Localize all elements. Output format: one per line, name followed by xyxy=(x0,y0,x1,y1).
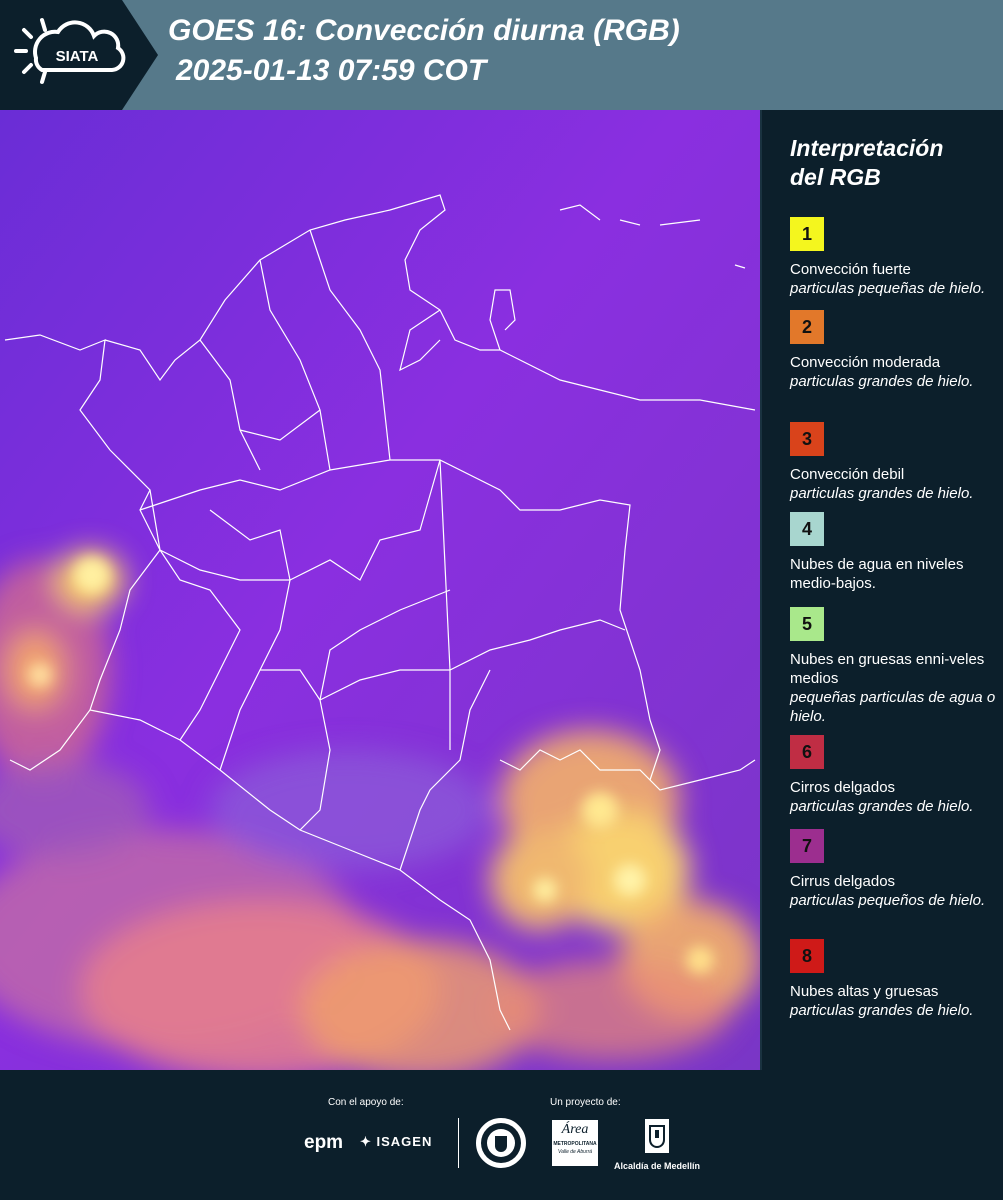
satellite-image xyxy=(0,110,760,1070)
legend-swatch-6: 6 xyxy=(790,735,824,769)
legend-item-sub: particulas pequeños de hielo. xyxy=(790,892,986,909)
siata-logo: SIATA xyxy=(0,0,158,110)
legend-item-4: 4 Nubes de agua en niveles medio-bajos. xyxy=(790,512,1000,593)
area-metropolitana-logo: Área METROPOLITANA Valle de Aburrá xyxy=(552,1120,598,1166)
page-subtitle-datetime: 2025-01-13 07:59 COT xyxy=(176,54,487,87)
epm-logo-text: epm xyxy=(304,1132,344,1153)
isagen-icon: ✦ xyxy=(360,1134,377,1149)
alcaldia-shield-icon xyxy=(645,1119,669,1153)
legend-swatch-number: 8 xyxy=(801,945,812,966)
legend-swatch-8: 8 xyxy=(790,939,824,973)
legend-swatch-3: 3 xyxy=(790,422,824,456)
epm-logo: epm xyxy=(304,1132,343,1154)
alcaldia-logo-text: Alcaldía de Medellín xyxy=(613,1161,701,1171)
legend-item-5: 5 Nubes en gruesas enni-veles medios peq… xyxy=(790,607,1000,726)
legend-item-label: Nubes de agua en niveles medio-bajos. xyxy=(790,556,964,592)
support-label: Con el apoyo de: xyxy=(328,1097,404,1108)
page-title: GOES 16: Convección diurna (RGB) xyxy=(168,14,680,47)
satellite-map xyxy=(0,110,760,1070)
seal-logo xyxy=(476,1118,526,1168)
area-logo-line3: Valle de Aburrá xyxy=(557,1149,593,1155)
legend-item-label: Cirros delgados xyxy=(790,779,896,796)
legend-item-1: 1 Convección fuerte particulas pequeñas … xyxy=(790,217,1000,298)
legend-item-sub: particulas pequeñas de hielo. xyxy=(790,280,986,297)
legend-item-7: 7 Cirrus delgados particulas pequeños de… xyxy=(790,829,1000,910)
isagen-logo-text: ISAGEN xyxy=(376,1134,433,1149)
legend-item-label: Cirrus delgados xyxy=(790,873,896,890)
legend-swatch-1: 1 xyxy=(790,217,824,251)
legend-title-line1: Interpretación xyxy=(790,135,944,161)
legend-item-sub: pequeñas particulas de agua o hielo. xyxy=(790,689,996,725)
legend-item-sub: particulas grandes de hielo. xyxy=(790,1002,974,1019)
legend-item-2: 2 Convección moderada particulas grandes… xyxy=(790,310,1000,391)
legend-item-label: Convección fuerte xyxy=(790,261,911,278)
siata-logo-text: SIATA xyxy=(56,48,99,65)
legend-swatch-number: 2 xyxy=(801,316,812,337)
sun-cloud-icon: SIATA xyxy=(14,18,126,84)
legend-swatch-number: 6 xyxy=(801,741,812,762)
legend-item-label: Convección moderada xyxy=(790,354,941,371)
legend-panel: Interpretación del RGB 1 Convección fuer… xyxy=(760,110,1003,1070)
legend-swatch-4: 4 xyxy=(790,512,824,546)
legend-item-sub: particulas grandes de hielo. xyxy=(790,485,974,502)
legend-item-label: Nubes altas y gruesas xyxy=(790,983,939,1000)
legend-swatch-number: 5 xyxy=(801,613,812,634)
project-label: Un proyecto de: xyxy=(550,1097,621,1108)
header-bar: SIATA GOES 16: Convección diurna (RGB) 2… xyxy=(0,0,1003,110)
legend-title-line2: del RGB xyxy=(790,164,881,190)
footer-divider xyxy=(458,1118,459,1168)
legend-swatch-number: 7 xyxy=(801,835,812,856)
alcaldia-logo: Alcaldía de Medellín xyxy=(612,1118,702,1171)
area-logo-line1: Área xyxy=(561,1122,589,1137)
legend-swatch-7: 7 xyxy=(790,829,824,863)
legend-swatch-number: 3 xyxy=(801,428,812,449)
legend-swatch-5: 5 xyxy=(790,607,824,641)
area-logo-line2: METROPOLITANA xyxy=(553,1141,597,1147)
legend-item-3: 3 Convección debil particulas grandes de… xyxy=(790,422,1000,503)
legend-title: Interpretación del RGB xyxy=(790,134,990,192)
legend-item-label: Nubes en gruesas enni-veles medios xyxy=(790,651,985,687)
page-root: SIATA GOES 16: Convección diurna (RGB) 2… xyxy=(0,0,1003,1200)
legend-item-sub: particulas grandes de hielo. xyxy=(790,373,974,390)
legend-swatch-number: 1 xyxy=(801,223,812,244)
legend-item-label: Convección debil xyxy=(790,466,905,483)
seal-icon xyxy=(481,1123,521,1163)
legend-item-8: 8 Nubes altas y gruesas particulas grand… xyxy=(790,939,1000,1020)
isagen-logo: ✦ ISAGEN xyxy=(360,1134,432,1150)
legend-item-6: 6 Cirros delgados particulas grandes de … xyxy=(790,735,1000,816)
legend-item-sub: particulas grandes de hielo. xyxy=(790,798,974,815)
legend-swatch-2: 2 xyxy=(790,310,824,344)
legend-swatch-number: 4 xyxy=(801,518,812,539)
footer: Con el apoyo de: Un proyecto de: epm ✦ I… xyxy=(0,1070,1003,1200)
